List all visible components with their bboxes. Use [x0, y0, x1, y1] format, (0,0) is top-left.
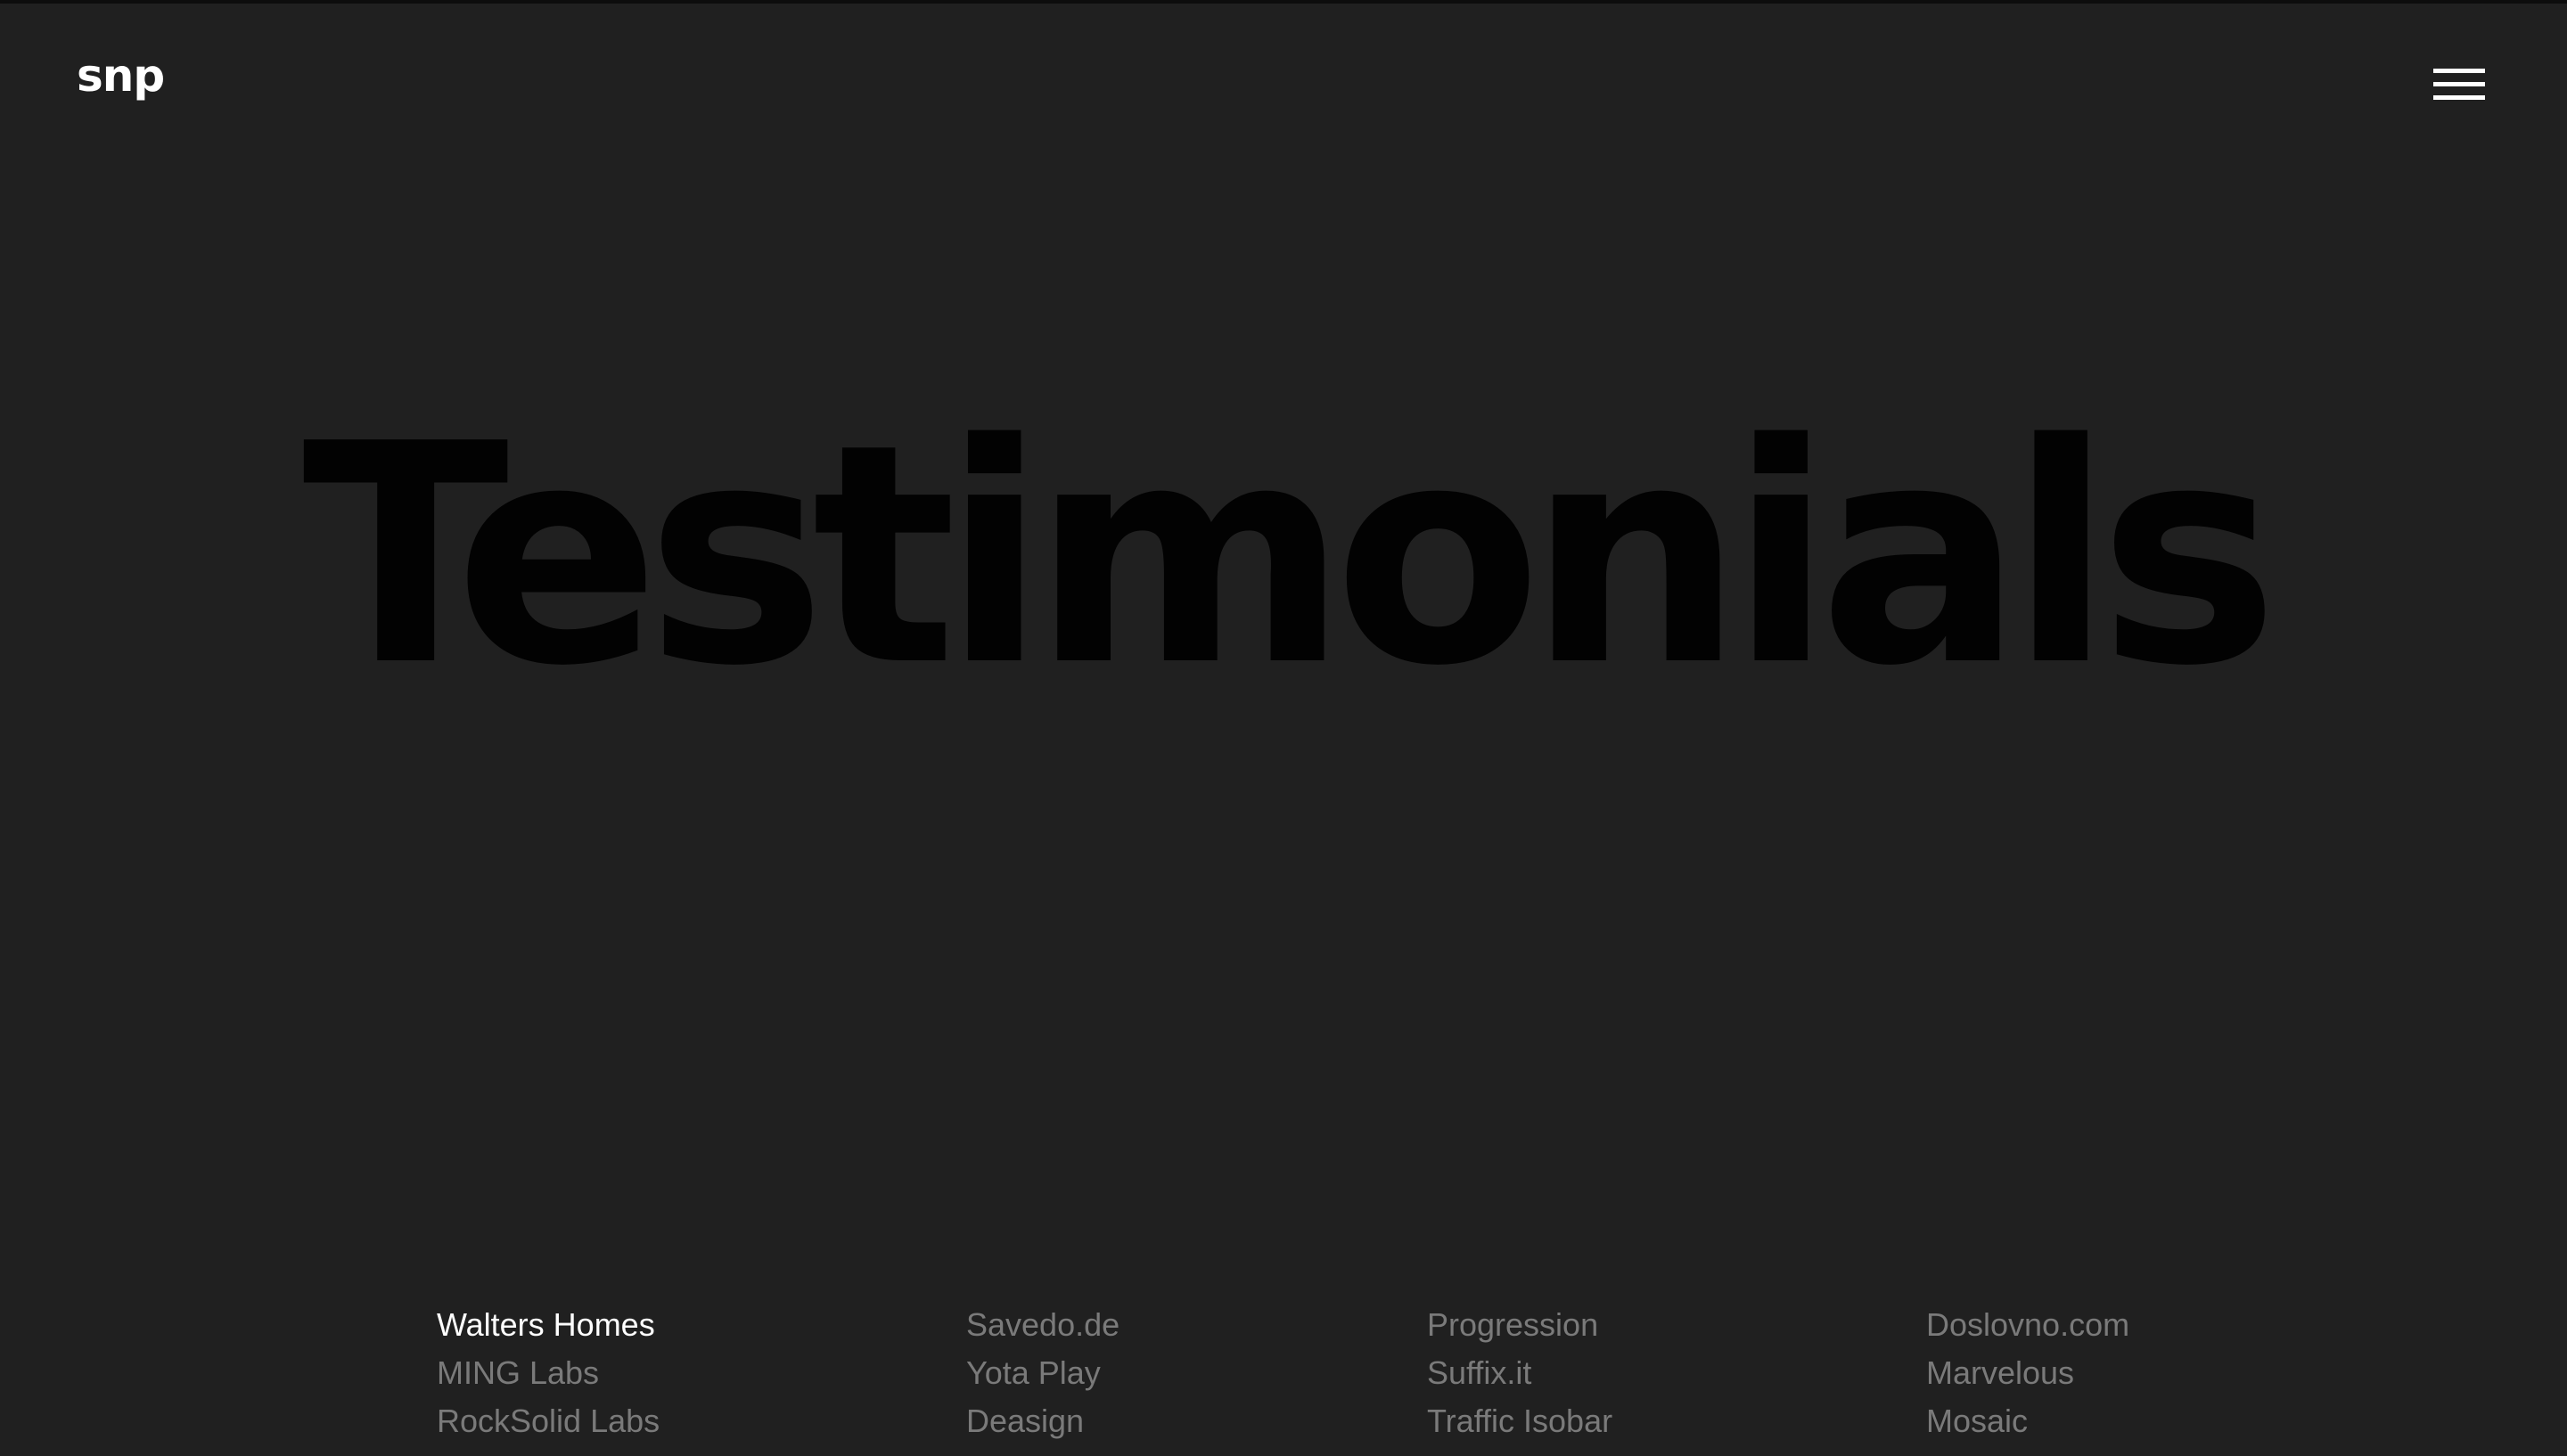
client-column-2: Savedo.de Yota Play Deasign	[966, 1301, 1119, 1445]
client-link-rocksolid-labs[interactable]: RockSolid Labs	[437, 1397, 660, 1445]
client-link-savedo[interactable]: Savedo.de	[966, 1301, 1119, 1349]
client-link-ming-labs[interactable]: MING Labs	[437, 1349, 660, 1397]
hamburger-menu-icon[interactable]	[2432, 62, 2489, 109]
client-column-4: Doslovno.com Marvelous Mosaic	[1926, 1301, 2129, 1445]
client-link-deasign[interactable]: Deasign	[966, 1397, 1119, 1445]
client-column-3: Progression Suffix.it Traffic Isobar	[1427, 1301, 1612, 1445]
client-link-mosaic[interactable]: Mosaic	[1926, 1397, 2129, 1445]
client-link-yota-play[interactable]: Yota Play	[966, 1349, 1119, 1397]
client-link-suffix[interactable]: Suffix.it	[1427, 1349, 1612, 1397]
client-link-walters-homes[interactable]: Walters Homes	[437, 1301, 660, 1349]
client-link-progression[interactable]: Progression	[1427, 1301, 1612, 1349]
client-testimonial-list: Walters Homes MING Labs RockSolid Labs S…	[0, 1301, 2567, 1452]
site-logo[interactable]: snp	[77, 53, 165, 98]
client-link-marvelous[interactable]: Marvelous	[1926, 1349, 2129, 1397]
page-title: Testimonials	[302, 380, 2279, 732]
menu-bar-top	[2433, 69, 2485, 73]
menu-bar-bottom	[2433, 95, 2485, 100]
client-link-doslovno[interactable]: Doslovno.com	[1926, 1301, 2129, 1349]
client-column-1: Walters Homes MING Labs RockSolid Labs	[437, 1301, 660, 1445]
client-link-traffic-isobar[interactable]: Traffic Isobar	[1427, 1397, 1612, 1445]
menu-bar-middle	[2433, 82, 2485, 86]
